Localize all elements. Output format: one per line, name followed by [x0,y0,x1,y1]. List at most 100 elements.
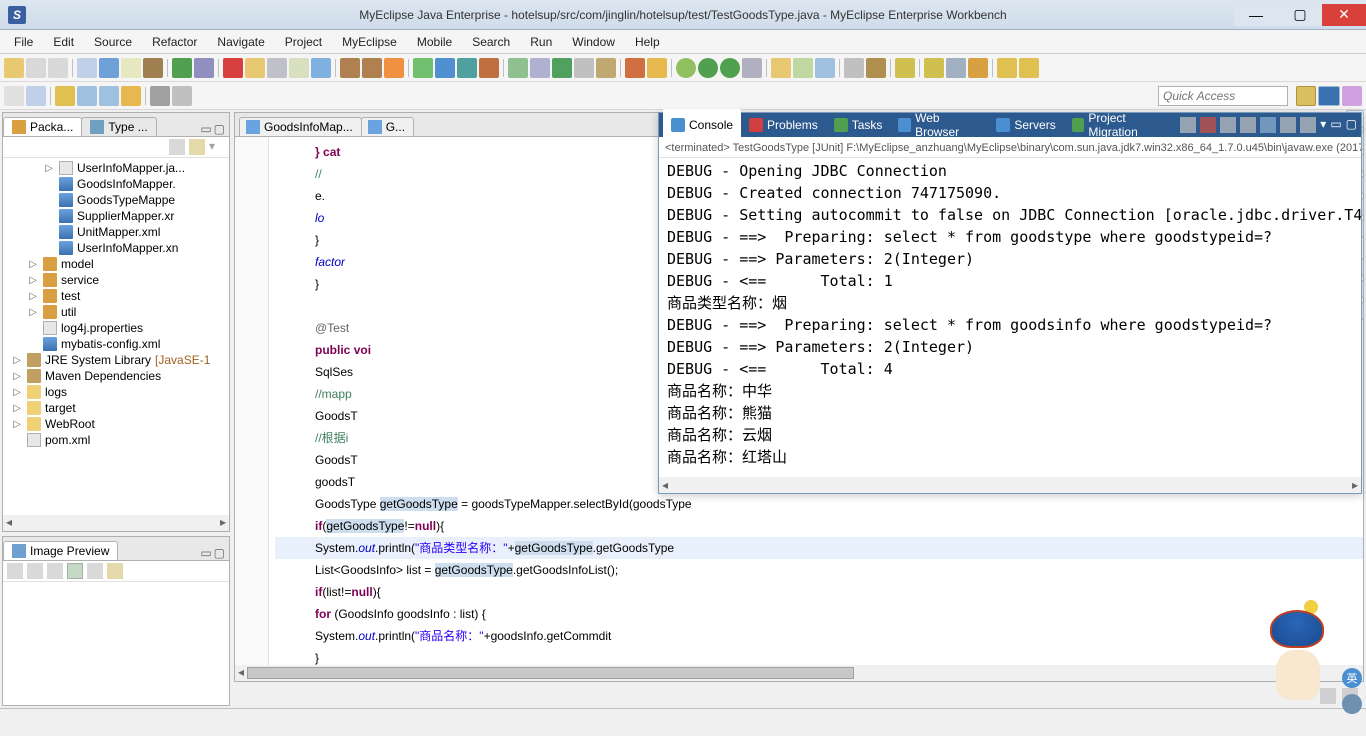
wand-icon[interactable] [143,58,163,78]
tool-icon[interactable] [121,86,141,106]
expand-arrow-icon[interactable]: ▷ [11,371,23,382]
tool-icon[interactable] [530,58,550,78]
tool-icon[interactable] [479,58,499,78]
expand-arrow-icon[interactable]: ▷ [27,275,39,286]
tool-icon[interactable] [340,58,360,78]
tool-icon[interactable] [866,58,886,78]
tool-icon[interactable] [55,86,75,106]
minimize-view-icon[interactable]: ▭ [200,122,211,136]
code-line[interactable]: for (GoodsInfo goodsInfo : list) { [275,603,1363,625]
tree-item[interactable]: ▷model [7,256,225,272]
editor-tab-g[interactable]: G... [361,117,414,136]
maximize-view-icon[interactable]: ▢ [214,546,225,560]
tool-icon[interactable] [793,58,813,78]
view-menu-icon[interactable]: ▾ [1320,117,1326,133]
console-pin-icon[interactable] [1240,117,1256,133]
maximize-view-icon[interactable]: ▢ [1346,117,1357,133]
tool-icon[interactable] [384,58,404,78]
search-icon[interactable] [895,58,915,78]
tab-image-preview[interactable]: Image Preview [3,541,118,560]
forward-icon[interactable] [1019,58,1039,78]
save-icon[interactable] [26,58,46,78]
console-open-icon[interactable] [1300,117,1316,133]
expand-arrow-icon[interactable]: ▷ [11,387,23,398]
tree-item[interactable]: UnitMapper.xml [7,224,225,240]
tree-item[interactable]: log4j.properties [7,320,225,336]
collapse-all-icon[interactable] [169,139,185,155]
zoom-in-icon[interactable] [27,563,43,579]
package-explorer-tree[interactable]: ▷UserInfoMapper.ja...GoodsInfoMapper.Goo… [3,158,229,515]
perspective-icon[interactable] [1342,86,1362,106]
menu-run[interactable]: Run [520,32,562,52]
tool-icon[interactable] [172,86,192,106]
tool-icon[interactable] [4,86,24,106]
refresh-icon[interactable] [7,563,23,579]
tab-package-explorer[interactable]: Packa... [3,117,82,136]
code-line[interactable]: if(list!=null){ [275,581,1363,603]
tool-icon[interactable] [413,58,433,78]
code-line[interactable]: GoodsType getGoodsType = goodsTypeMapper… [275,493,1363,515]
tool-icon[interactable] [552,58,572,78]
expand-arrow-icon[interactable]: ▷ [43,163,55,174]
menu-help[interactable]: Help [625,32,670,52]
console-output[interactable]: DEBUG - Opening JDBC Connection DEBUG - … [659,158,1361,477]
code-line[interactable]: System.out.println("商品类型名称："+getGoodsTyp… [275,537,1363,559]
tool-icon[interactable] [267,58,287,78]
expand-arrow-icon[interactable]: ▷ [27,291,39,302]
quick-access-input[interactable] [1158,86,1288,106]
menu-navigate[interactable]: Navigate [207,32,274,52]
stop-icon[interactable] [223,58,243,78]
minimize-view-icon[interactable]: ▭ [1330,117,1341,133]
tree-item[interactable]: ▷JRE System Library [JavaSE-1 [7,352,225,368]
console-scrollbar-horizontal[interactable]: ◂ ▸ [659,477,1361,493]
menu-search[interactable]: Search [462,32,520,52]
zoom-fit-icon[interactable] [87,563,103,579]
tree-item[interactable]: ▷service [7,272,225,288]
perspective-myeclipse-icon[interactable] [1318,86,1340,106]
tool-icon[interactable] [815,58,835,78]
tree-item[interactable]: SupplierMapper.xr [7,208,225,224]
tool-icon[interactable] [172,58,192,78]
tool-icon[interactable] [26,86,46,106]
ime-settings-icon[interactable] [1342,694,1362,714]
tool-icon[interactable] [742,58,762,78]
code-line[interactable]: List<GoodsInfo> list = getGoodsType.getG… [275,559,1363,581]
tool-icon[interactable] [596,58,616,78]
expand-arrow-icon[interactable]: ▷ [11,419,23,430]
console-clear-icon[interactable] [1180,117,1196,133]
console-terminate-icon[interactable] [1200,117,1216,133]
close-button[interactable]: ✕ [1322,4,1366,26]
run-icon[interactable] [720,58,740,78]
zoom-out-icon[interactable] [47,563,63,579]
tree-item[interactable]: ▷WebRoot [7,416,225,432]
code-line[interactable]: System.out.println("商品名称："+goodsInfo.get… [275,625,1363,647]
debug-icon[interactable] [676,58,696,78]
tool-icon[interactable] [457,58,477,78]
tree-item[interactable]: ▷target [7,400,225,416]
tree-item[interactable]: GoodsTypeMappe [7,192,225,208]
console-remove-icon[interactable] [1220,117,1236,133]
expand-arrow-icon[interactable]: ▷ [11,355,23,366]
maximize-view-icon[interactable]: ▢ [214,122,225,136]
minimize-view-icon[interactable]: ▭ [200,546,211,560]
expand-arrow-icon[interactable]: ▷ [11,403,23,414]
tool-icon[interactable] [245,58,265,78]
tool-icon[interactable] [924,58,944,78]
tool-icon[interactable] [435,58,455,78]
tree-item[interactable]: ▷util [7,304,225,320]
menu-file[interactable]: File [4,32,43,52]
console-display-icon[interactable] [1280,117,1296,133]
menu-window[interactable]: Window [562,32,625,52]
menu-edit[interactable]: Edit [43,32,84,52]
tree-item[interactable]: ▷test [7,288,225,304]
tree-item[interactable]: UserInfoMapper.xn [7,240,225,256]
editor-scrollbar-horizontal[interactable]: ◂ ▸ [235,665,1363,681]
new-icon[interactable] [4,58,24,78]
expand-arrow-icon[interactable]: ▷ [27,307,39,318]
tool-icon[interactable] [625,58,645,78]
code-line[interactable]: } [275,647,1363,665]
menu-project[interactable]: Project [275,32,332,52]
tool-icon[interactable] [574,58,594,78]
tool-icon[interactable] [844,58,864,78]
tool-icon[interactable] [77,86,97,106]
